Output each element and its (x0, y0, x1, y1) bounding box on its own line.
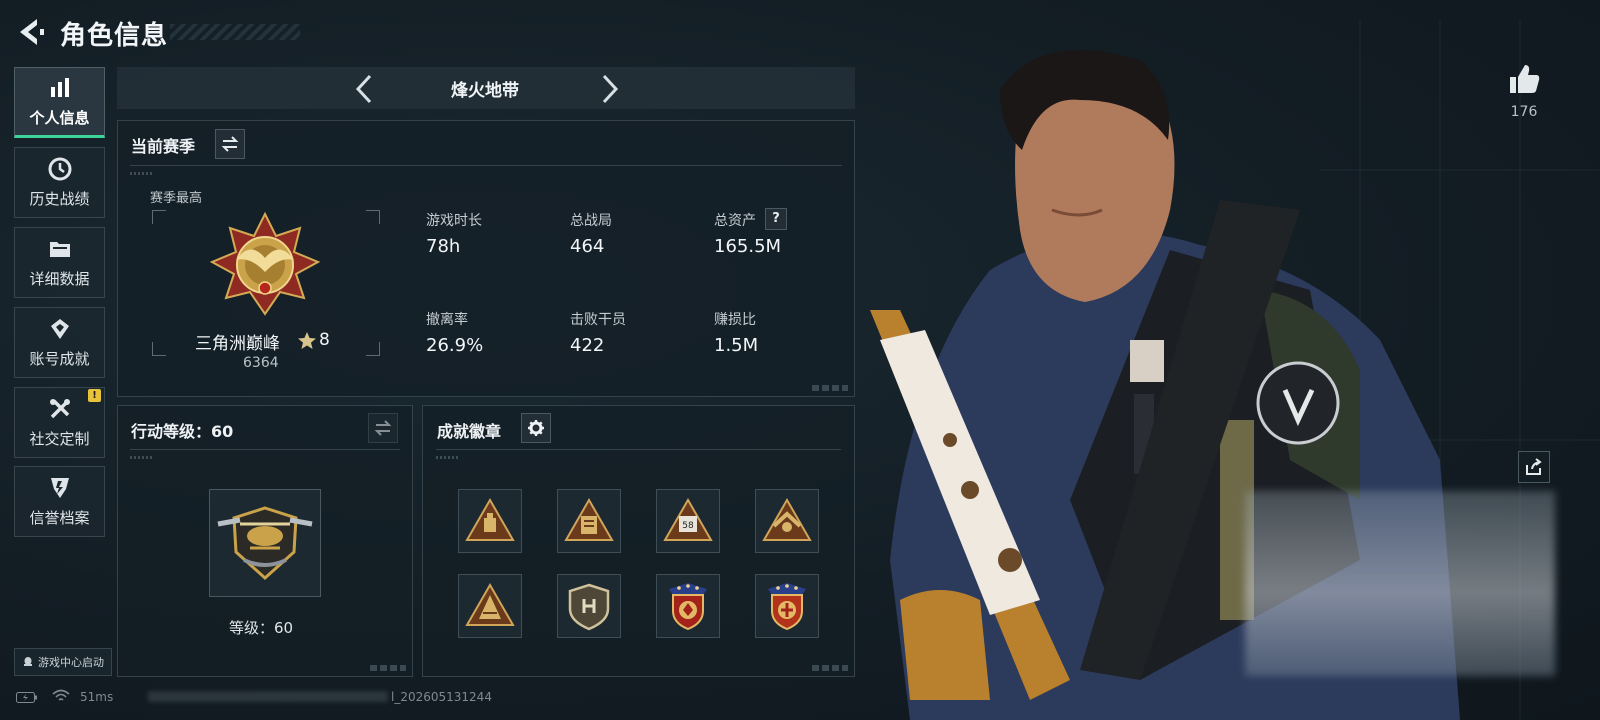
ping-text: 51ms (80, 690, 114, 704)
history-clock-icon (48, 157, 71, 181)
stat-value-operators-defeated: 422 (570, 335, 605, 356)
shield-badge-icon (568, 583, 610, 631)
game-center-launch-button[interactable]: 游戏中心启动 (14, 648, 112, 676)
stat-value-profit-ratio: 1.5M (714, 335, 759, 356)
star-icon (298, 332, 316, 349)
stat-label-play-time: 游戏时长 (426, 213, 482, 229)
stat-value-total-matches: 464 (570, 236, 605, 257)
panel-decoration (370, 665, 406, 671)
mode-name: 烽火地带 (451, 81, 519, 101)
triangle-badge-icon (465, 582, 515, 626)
help-icon[interactable]: ? (765, 208, 787, 230)
stat-value-extract-rate: 26.9% (426, 335, 484, 356)
sidebar-item-label: 账号成就 (29, 350, 90, 368)
achievement-icon (50, 319, 69, 339)
gear-icon (528, 420, 544, 436)
stat-label-extract-rate: 撤离率 (426, 312, 468, 328)
badge-slot[interactable] (557, 489, 621, 553)
badge-slot[interactable] (458, 574, 522, 638)
divider-decoration (436, 456, 458, 459)
bar-chart-icon (50, 78, 69, 97)
sidebar-item-personal-info[interactable]: 个人信息 (14, 67, 105, 138)
badges-title: 成就徽章 (437, 422, 502, 441)
stat-value-total-assets: 165.5M (714, 236, 782, 257)
triangle-badge-icon (762, 497, 812, 541)
star-shield-badge-icon (669, 583, 707, 631)
share-icon (1526, 458, 1542, 475)
sidebar-item-credit-record[interactable]: 信誉档案 (14, 466, 105, 537)
level-emblem-frame (209, 489, 321, 597)
sidebar-item-achievements[interactable]: 账号成就 (14, 307, 105, 378)
badge-slot[interactable] (755, 489, 819, 553)
badge-number: 58 (682, 521, 694, 531)
badge-slot[interactable] (557, 574, 621, 638)
triangle-badge-icon (564, 497, 614, 541)
credit-shield-icon (50, 478, 69, 498)
sidebar-item-label: 历史战绩 (29, 190, 90, 208)
sidebar-item-label: 信誉档案 (29, 509, 90, 527)
chevron-left-icon[interactable] (350, 72, 378, 106)
sidebar-item-history[interactable]: 历史战绩 (14, 147, 105, 218)
sidebar-item-label: 详细数据 (29, 270, 90, 288)
qq-icon (24, 657, 32, 666)
sidebar-item-label: 社交定制 (29, 430, 90, 448)
battery-icon (16, 692, 37, 703)
badge-slot[interactable] (458, 489, 522, 553)
divider-decoration (130, 456, 152, 459)
divider-decoration (130, 172, 152, 175)
chevron-right-icon[interactable] (596, 72, 624, 106)
season-best-label: 赛季最高 (150, 191, 203, 206)
rank-points: 6364 (243, 355, 279, 371)
badge-slot[interactable]: 58 (656, 489, 720, 553)
sidebar-item-detail-data[interactable]: 详细数据 (14, 227, 105, 298)
badge-slot[interactable] (656, 574, 720, 638)
divider (130, 165, 842, 166)
rank-star-count: 8 (319, 330, 330, 350)
stat-label-total-assets: 总资产 (714, 213, 756, 229)
switch-arrows-icon (221, 136, 239, 152)
sidebar-item-social-custom[interactable]: 社交定制 ! (14, 387, 105, 458)
notification-badge: ! (88, 389, 101, 402)
level-switch-button[interactable] (368, 413, 398, 443)
season-switch-button[interactable] (215, 129, 245, 159)
season-title: 当前赛季 (131, 137, 196, 156)
rank-emblem-icon (209, 211, 321, 316)
switch-arrows-icon (374, 420, 392, 436)
share-button[interactable] (1518, 451, 1550, 483)
back-arrow-icon[interactable] (12, 14, 48, 50)
badge-settings-button[interactable] (521, 413, 551, 443)
wifi-icon (52, 689, 70, 701)
folder-icon (49, 242, 70, 257)
star-shield-badge-icon (768, 583, 806, 631)
game-center-label: 游戏中心启动 (38, 656, 104, 669)
badge-slot[interactable] (755, 574, 819, 638)
triangle-badge-icon: 58 (663, 497, 713, 541)
title-decoration (170, 24, 300, 40)
build-id: l_202605131244 (391, 690, 492, 704)
operation-level-title: 行动等级：60 (131, 422, 234, 441)
stat-label-profit-ratio: 赚损比 (714, 312, 756, 328)
masked-user-id (148, 691, 388, 702)
divider (130, 449, 400, 450)
blurred-overlay (1245, 491, 1555, 676)
stat-value-play-time: 78h (426, 236, 461, 257)
sidebar-item-label: 个人信息 (29, 109, 90, 127)
level-caption: 等级：60 (229, 619, 294, 637)
triangle-badge-icon (465, 497, 515, 541)
stat-label-operators-defeated: 击败干员 (570, 312, 626, 328)
tools-icon (49, 399, 70, 419)
like-count: 176 (1510, 104, 1538, 120)
divider (436, 449, 841, 450)
thumbs-up-icon[interactable] (1506, 62, 1542, 96)
stat-label-total-matches: 总战局 (570, 213, 612, 229)
page-title: 角色信息 (60, 21, 169, 51)
helicopter-emblem-icon (217, 506, 313, 581)
rank-name: 三角洲巅峰 (195, 334, 280, 354)
